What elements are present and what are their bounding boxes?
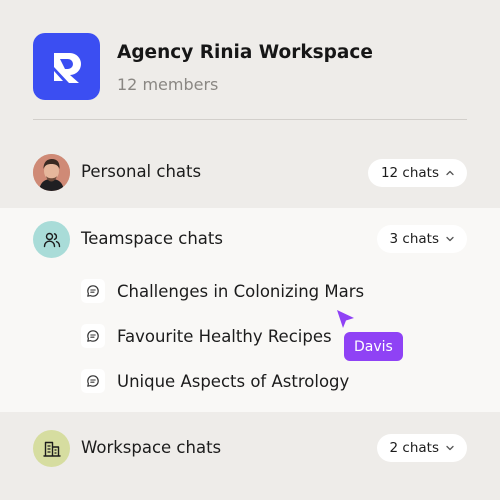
workspace-member-count: 12 members bbox=[117, 75, 219, 94]
avatar bbox=[33, 154, 70, 191]
collaborator-cursor-icon bbox=[337, 310, 354, 328]
chat-bubble-icon bbox=[81, 324, 105, 348]
chat-item-label: Challenges in Colonizing Mars bbox=[117, 281, 365, 301]
workspace-logo[interactable] bbox=[33, 33, 100, 100]
workspace-chats-count-pill[interactable]: 2 chats bbox=[376, 434, 467, 462]
chat-count: 3 chats bbox=[389, 231, 439, 247]
workspace-header: Agency Rinia Workspace 12 members bbox=[33, 33, 467, 120]
teamspace-chats-count-pill[interactable]: 3 chats bbox=[376, 225, 467, 253]
section-personal-chats[interactable]: Personal chats 12 chats bbox=[0, 150, 500, 194]
chevron-up-icon bbox=[445, 168, 455, 178]
section-workspace-chats[interactable]: Workspace chats 2 chats bbox=[0, 426, 500, 470]
chat-item-label: Favourite Healthy Recipes bbox=[117, 326, 332, 346]
users-icon bbox=[43, 232, 60, 247]
building-icon bbox=[42, 441, 61, 457]
section-teamspace-chats[interactable]: Teamspace chats 3 chats bbox=[0, 217, 500, 261]
teamspace-avatar bbox=[33, 221, 70, 258]
chat-bubble-icon bbox=[81, 279, 105, 303]
chat-item-label: Unique Aspects of Astrology bbox=[117, 371, 350, 391]
personal-chats-count-pill[interactable]: 12 chats bbox=[367, 159, 467, 187]
chat-item-recipes[interactable]: Favourite Healthy Recipes bbox=[81, 324, 332, 348]
chevron-down-icon bbox=[445, 443, 455, 453]
workspace-avatar bbox=[33, 430, 70, 467]
rinia-logo-icon bbox=[53, 52, 81, 83]
chevron-down-icon bbox=[445, 234, 455, 244]
chat-count: 2 chats bbox=[389, 440, 439, 456]
chat-item-astrology[interactable]: Unique Aspects of Astrology bbox=[81, 369, 349, 393]
collaborator-name-tag: Davis bbox=[344, 332, 403, 361]
section-label: Personal chats bbox=[81, 162, 202, 181]
person-photo-icon bbox=[33, 154, 70, 191]
section-label: Teamspace chats bbox=[81, 229, 223, 248]
chat-count: 12 chats bbox=[380, 165, 439, 181]
section-label: Workspace chats bbox=[81, 438, 222, 457]
chat-item-mars[interactable]: Challenges in Colonizing Mars bbox=[81, 279, 364, 303]
header-divider bbox=[33, 119, 467, 120]
workspace-title: Agency Rinia Workspace bbox=[117, 42, 373, 63]
chat-bubble-icon bbox=[81, 369, 105, 393]
